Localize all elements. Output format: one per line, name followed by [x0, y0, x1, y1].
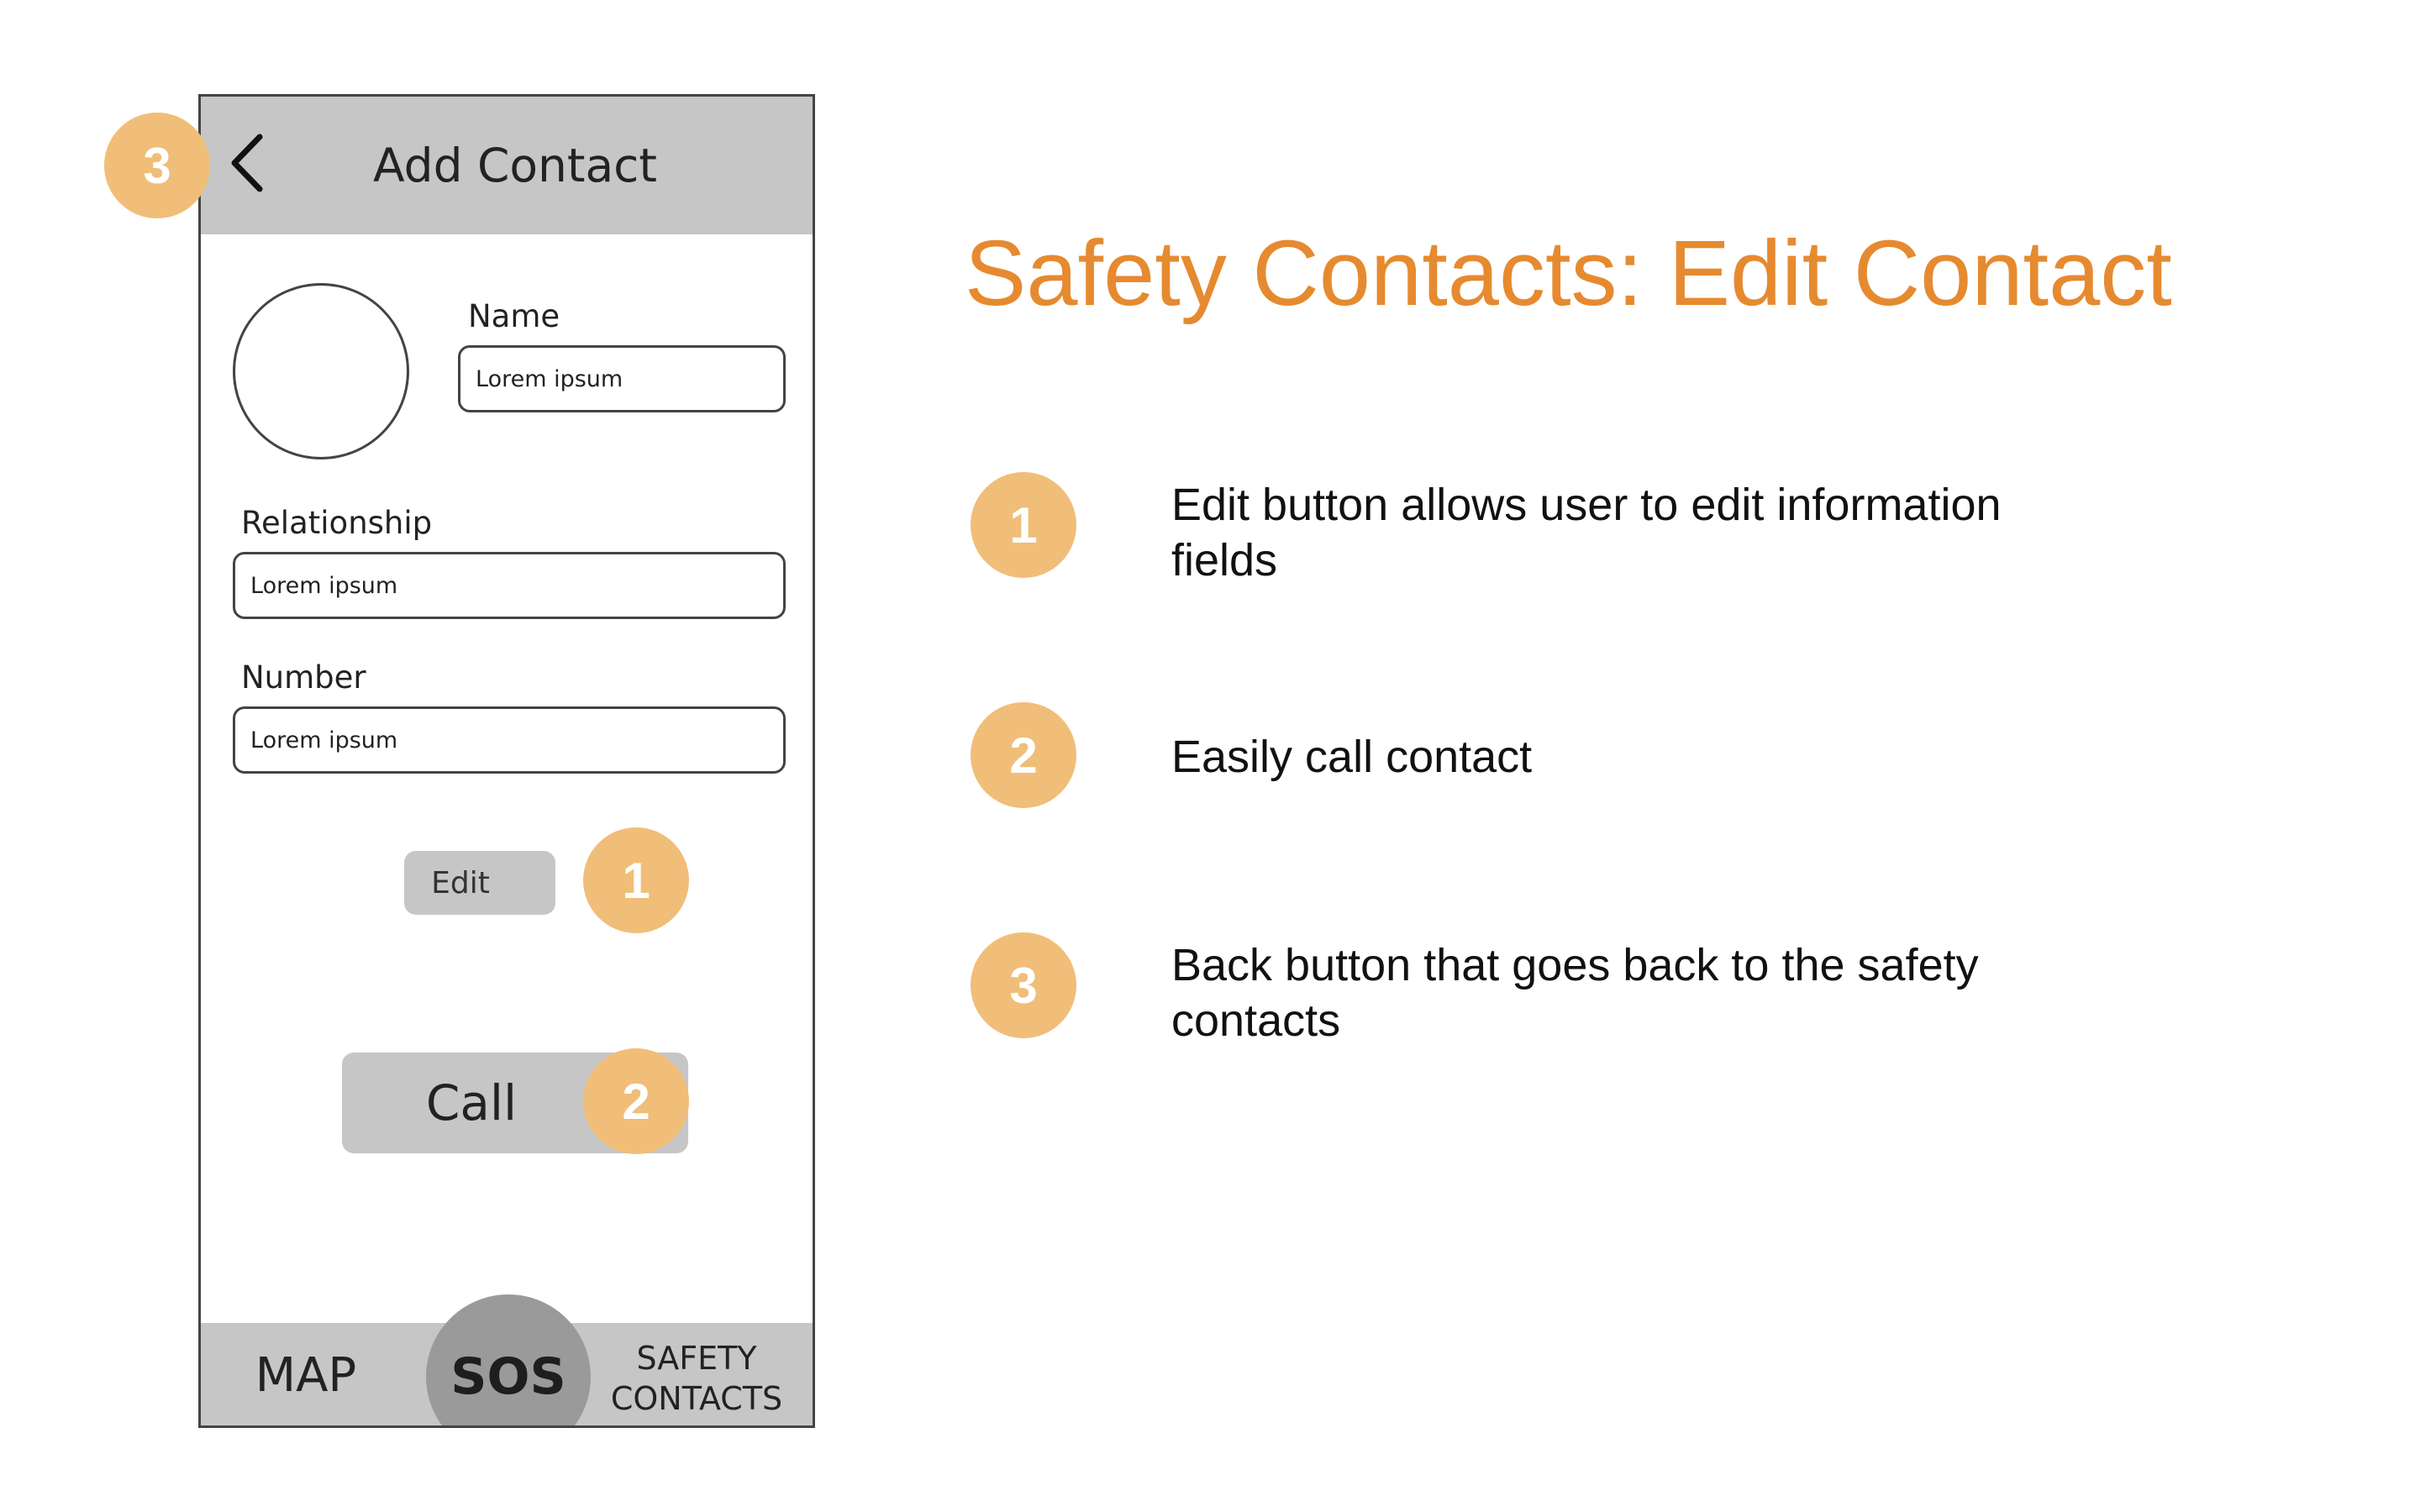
badge-1-edit: 1 — [583, 827, 689, 933]
badge-3-back: 3 — [104, 113, 210, 218]
sos-button[interactable]: SOS — [426, 1294, 591, 1425]
avatar[interactable] — [233, 283, 409, 459]
nav-safety-line1: SAFETY — [636, 1340, 757, 1377]
relationship-field[interactable] — [233, 552, 786, 619]
legend-text-2: Easily call contact — [1171, 732, 1533, 782]
badge-2-call: 2 — [583, 1048, 689, 1154]
name-label: Name — [468, 298, 560, 334]
number-label: Number — [241, 659, 366, 696]
slide-title: Safety Contacts: Edit Contact — [965, 222, 2172, 325]
app-header: Add Contact — [201, 97, 813, 234]
legend-text-3: Back button that goes back to the safety… — [1171, 940, 1979, 1046]
relationship-label: Relationship — [241, 505, 433, 541]
page-title: Add Contact — [373, 139, 657, 192]
number-field[interactable] — [233, 706, 786, 774]
nav-safety-contacts[interactable]: SAFETY CONTACTS — [596, 1338, 797, 1419]
nav-safety-line2: CONTACTS — [610, 1380, 783, 1417]
name-field[interactable] — [458, 345, 786, 412]
legend-text-1: Edit button allows user to edit informat… — [1171, 480, 2002, 585]
nav-map[interactable]: MAP — [226, 1348, 386, 1403]
edit-button[interactable]: Edit — [404, 851, 555, 915]
phone-mockup: Add Contact Name Relationship Number Edi… — [198, 94, 815, 1428]
legend-badge-1: 1 — [971, 472, 1076, 578]
legend-badge-2: 2 — [971, 702, 1076, 808]
legend-badge-3: 3 — [971, 932, 1076, 1038]
